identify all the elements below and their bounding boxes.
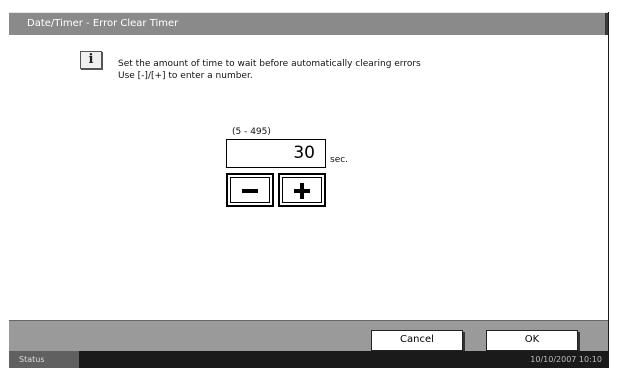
- title-bar-edge: [605, 13, 608, 36]
- info-icon: i: [80, 51, 102, 69]
- datetime-display: 10/10/2007 10:10: [530, 355, 602, 364]
- range-label: (5 - 495): [232, 127, 271, 137]
- timer-value-field[interactable]: 30: [226, 139, 326, 168]
- cancel-button[interactable]: Cancel: [371, 330, 463, 351]
- decrement-button[interactable]: [226, 173, 274, 207]
- instruction-line-1: Set the amount of time to wait before au…: [118, 59, 421, 69]
- status-bar: Status 10/10/2007 10:10: [9, 351, 608, 368]
- status-button[interactable]: Status: [9, 351, 79, 368]
- instruction-line-2: Use [-]/[+] to enter a number.: [118, 71, 253, 81]
- title-bar: Date/Timer - Error Clear Timer: [9, 12, 608, 36]
- page-title: Date/Timer - Error Clear Timer: [27, 18, 179, 29]
- increment-button[interactable]: [278, 173, 326, 207]
- unit-label: sec.: [330, 155, 349, 165]
- minus-icon: [242, 189, 258, 193]
- ok-button[interactable]: OK: [486, 330, 578, 351]
